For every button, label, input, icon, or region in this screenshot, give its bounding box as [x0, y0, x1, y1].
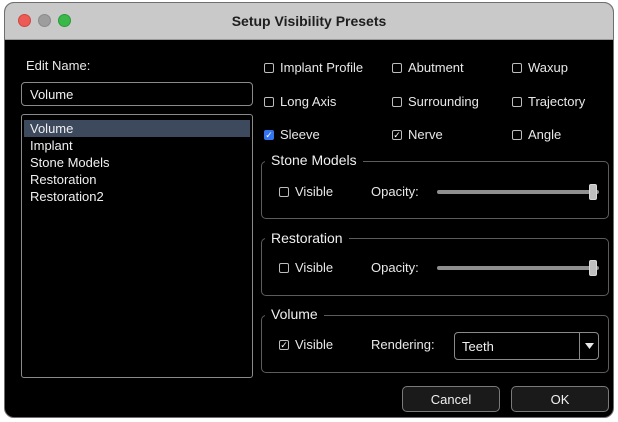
stone-models-opacity-label: Opacity: [371, 184, 419, 199]
preset-list[interactable]: Volume Implant Stone Models Restoration … [21, 114, 253, 378]
stone-models-title: Stone Models [265, 152, 363, 168]
edit-name-label: Edit Name: [26, 58, 91, 73]
angle-checkbox[interactable]: Angle [512, 127, 561, 142]
restoration-visible-checkbox[interactable]: Visible [279, 260, 333, 275]
surrounding-checkbox[interactable]: Surrounding [392, 94, 479, 109]
checkbox-label: Implant Profile [280, 60, 364, 75]
long-axis-checkbox[interactable]: Long Axis [264, 94, 336, 109]
rendering-dropdown[interactable]: Teeth [454, 332, 599, 360]
cancel-button[interactable]: Cancel [402, 386, 500, 412]
checkbox-label: Trajectory [528, 94, 586, 109]
restoration-opacity-handle[interactable] [589, 260, 597, 276]
list-item[interactable]: Restoration2 [24, 188, 250, 205]
restoration-title: Restoration [265, 230, 349, 246]
chevron-down-icon[interactable] [579, 333, 598, 359]
list-item[interactable]: Stone Models [24, 154, 250, 171]
edit-name-field[interactable]: Volume [21, 82, 253, 106]
list-item[interactable]: Implant [24, 137, 250, 154]
ok-button[interactable]: OK [511, 386, 609, 412]
volume-visible-checkbox[interactable]: ✓ Visible [279, 337, 333, 352]
check-icon: ✓ [392, 129, 402, 140]
setup-visibility-presets-window: Setup Visibility Presets Edit Name: Volu… [4, 2, 614, 418]
checkbox-label: Visible [295, 260, 334, 275]
checkbox-box [512, 62, 522, 73]
checkbox-box [279, 262, 289, 273]
trajectory-checkbox[interactable]: Trajectory [512, 94, 585, 109]
restoration-opacity-slider[interactable] [437, 266, 599, 270]
checkbox-box [392, 96, 402, 107]
implant-profile-checkbox[interactable]: Implant Profile [264, 60, 363, 75]
checkbox-box [512, 129, 522, 140]
check-icon: ✓ [264, 129, 274, 140]
checkbox-label: Abutment [408, 60, 464, 75]
checkbox-label: Nerve [408, 127, 443, 142]
title-bar: Setup Visibility Presets [5, 3, 613, 40]
sleeve-checkbox[interactable]: ✓ Sleeve [264, 127, 320, 142]
restoration-opacity-label: Opacity: [371, 260, 419, 275]
checkbox-box [264, 62, 274, 73]
checkbox-label: Sleeve [280, 127, 320, 142]
abutment-checkbox[interactable]: Abutment [392, 60, 464, 75]
list-item[interactable]: Restoration [24, 171, 250, 188]
rendering-label: Rendering: [371, 337, 435, 352]
checkbox-box [279, 186, 289, 197]
stone-models-visible-checkbox[interactable]: Visible [279, 184, 333, 199]
checkbox-box [264, 96, 274, 107]
checkbox-label: Surrounding [408, 94, 479, 109]
nerve-checkbox[interactable]: ✓ Nerve [392, 127, 443, 142]
stone-models-opacity-slider[interactable] [437, 190, 599, 194]
list-item[interactable]: Volume [24, 120, 250, 137]
window-title: Setup Visibility Presets [231, 13, 387, 29]
checkbox-box [512, 96, 522, 107]
volume-title: Volume [265, 306, 324, 322]
checkbox-label: Visible [295, 184, 334, 199]
rendering-value: Teeth [462, 339, 494, 354]
checkbox-box [392, 62, 402, 73]
checkbox-label: Waxup [528, 60, 568, 75]
checkbox-label: Long Axis [280, 94, 337, 109]
checkbox-label: Angle [528, 127, 562, 142]
checkbox-label: Visible [295, 337, 334, 352]
waxup-checkbox[interactable]: Waxup [512, 60, 568, 75]
stone-models-opacity-handle[interactable] [589, 184, 597, 200]
check-icon: ✓ [279, 339, 289, 350]
